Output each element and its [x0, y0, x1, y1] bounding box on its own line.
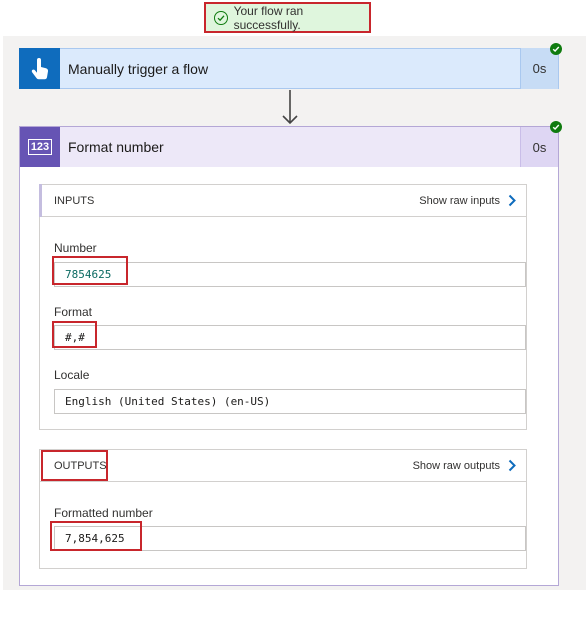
banner-message: Your flow ran successfully.: [233, 3, 304, 32]
run-success-banner: Your flow ran successfully.: [204, 2, 371, 33]
success-check-icon: [214, 10, 228, 25]
action-title: Format number: [68, 139, 164, 155]
show-raw-inputs-link[interactable]: Show raw inputs: [419, 194, 516, 207]
formatted-number-value: 7,854,625: [54, 526, 526, 551]
trigger-card[interactable]: Manually trigger a flow 0s: [19, 48, 559, 89]
outputs-heading: OUTPUTS: [54, 459, 107, 472]
chevron-right-icon: [508, 194, 516, 207]
trigger-title: Manually trigger a flow: [68, 60, 209, 77]
chevron-right-icon: [508, 459, 516, 472]
action-duration: 0s: [520, 127, 558, 167]
outputs-panel: OUTPUTS Show raw outputs Formatted numbe…: [39, 449, 527, 569]
format-number-icon-text: 123: [27, 139, 53, 155]
inputs-heading: INPUTS: [54, 194, 95, 207]
formatted-number-label: Formatted number: [54, 506, 153, 520]
format-value: #,#: [54, 325, 526, 350]
action-success-icon: [550, 121, 562, 133]
down-arrow-icon: [282, 90, 298, 125]
show-raw-outputs-link[interactable]: Show raw outputs: [413, 459, 516, 472]
outputs-header: OUTPUTS Show raw outputs: [40, 450, 526, 482]
format-number-card: 123 Format number 0s INPUTS Show raw inp…: [19, 126, 559, 586]
trigger-success-icon: [550, 43, 562, 55]
number-label: Number: [54, 241, 97, 255]
inputs-panel: INPUTS Show raw inputs Number 7854625 Fo…: [39, 184, 527, 430]
locale-value: English (United States) (en-US): [54, 389, 526, 414]
format-number-icon: 123: [20, 127, 60, 167]
touch-hand-icon: [19, 48, 60, 89]
format-label: Format: [54, 305, 93, 319]
action-header[interactable]: 123 Format number 0s: [20, 127, 558, 167]
number-value: 7854625: [54, 262, 526, 287]
locale-label: Locale: [54, 368, 90, 382]
inputs-header: INPUTS Show raw inputs: [39, 184, 526, 217]
